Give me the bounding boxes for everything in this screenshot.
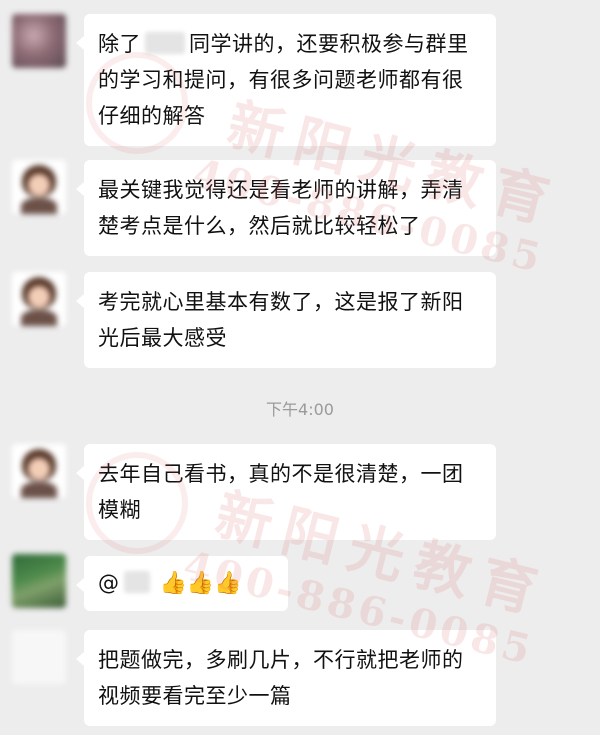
message-text: 最关键我觉得还是看老师的讲解，弄清楚考点是什么，然后就比较轻松了 — [98, 178, 464, 238]
message-text: 除了 — [98, 32, 141, 56]
redacted-name — [145, 32, 185, 54]
message-bubble[interactable]: 去年自己看书，真的不是很清楚，一团模糊 — [76, 444, 496, 540]
avatar[interactable] — [12, 14, 66, 68]
avatar[interactable] — [12, 444, 66, 498]
message-text: 去年自己看书，真的不是很清楚，一团模糊 — [98, 462, 464, 522]
chat-window: 除了 同学讲的，还要积极参与群里的学习和提问，有很多问题老师都有很仔细的解答 最关… — [0, 0, 600, 735]
avatar[interactable] — [12, 554, 66, 608]
avatar[interactable] — [12, 630, 66, 684]
avatar[interactable] — [12, 272, 66, 326]
message-text: @ — [98, 571, 120, 595]
message-text: 把题做完，多刷几片，不行就把老师的视频要看完至少一篇 — [98, 648, 464, 708]
message-text: 考完就心里基本有数了，这是报了新阳光后最大感受 — [98, 290, 464, 350]
avatar[interactable] — [12, 160, 66, 214]
timestamp: 下午4:00 — [266, 400, 334, 419]
redacted-name — [123, 571, 150, 593]
message-bubble[interactable]: 把题做完，多刷几片，不行就把老师的视频要看完至少一篇 — [76, 630, 496, 726]
message-bubble[interactable]: @ 👍👍👍 — [76, 556, 288, 611]
thumbs-up-icon: 👍👍👍 — [159, 571, 242, 596]
message-bubble[interactable]: 除了 同学讲的，还要积极参与群里的学习和提问，有很多问题老师都有很仔细的解答 — [76, 14, 496, 146]
message-bubble[interactable]: 考完就心里基本有数了，这是报了新阳光后最大感受 — [76, 272, 496, 368]
message-bubble[interactable]: 最关键我觉得还是看老师的讲解，弄清楚考点是什么，然后就比较轻松了 — [76, 160, 496, 256]
